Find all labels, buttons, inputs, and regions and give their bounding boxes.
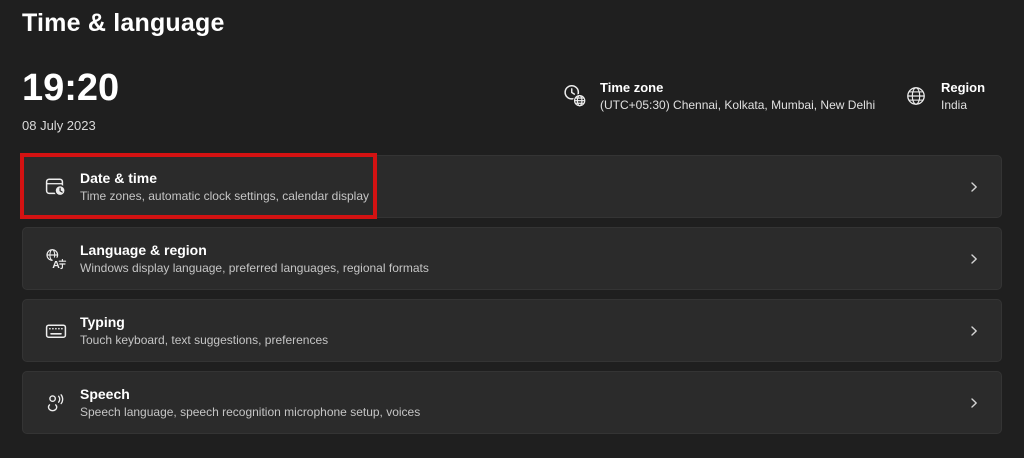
settings-item-language-region[interactable]: A Language & region Windows display lang… [22,227,1002,290]
settings-item-title: Typing [80,314,328,330]
timezone-clock-globe-icon [562,83,588,109]
settings-item-title: Speech [80,386,420,402]
speech-icon [45,392,67,414]
time-language-settings-page: Time & language 19:20 08 July 2023 [0,0,1024,458]
settings-item-speech[interactable]: Speech Speech language, speech recogniti… [22,371,1002,434]
settings-item-description: Touch keyboard, text suggestions, prefer… [80,333,328,347]
chevron-right-icon [967,180,981,194]
clock-time: 19:20 [22,69,119,109]
settings-item-description: Time zones, automatic clock settings, ca… [80,189,369,203]
language-globe-icon: A [45,248,67,270]
chevron-right-icon [967,252,981,266]
region-value: India [941,98,985,112]
keyboard-icon [45,320,67,342]
chevron-right-icon [967,396,981,410]
calendar-clock-icon [45,176,67,198]
timezone-summary: Time zone (UTC+05:30) Chennai, Kolkata, … [562,79,875,113]
settings-item-title: Language & region [80,242,429,258]
chevron-right-icon [967,324,981,338]
settings-item-description: Windows display language, preferred lang… [80,261,429,275]
settings-item-description: Speech language, speech recognition micr… [80,405,420,419]
timezone-value: (UTC+05:30) Chennai, Kolkata, Mumbai, Ne… [600,98,875,112]
settings-item-title: Date & time [80,170,369,186]
clock-date: 08 July 2023 [22,118,96,133]
settings-item-typing[interactable]: Typing Touch keyboard, text suggestions,… [22,299,1002,362]
settings-item-date-time[interactable]: Date & time Time zones, automatic clock … [22,155,1002,218]
page-title: Time & language [22,9,225,38]
timezone-label: Time zone [600,80,875,95]
region-summary: Region India [903,79,985,113]
region-label: Region [941,80,985,95]
globe-icon [903,84,929,108]
